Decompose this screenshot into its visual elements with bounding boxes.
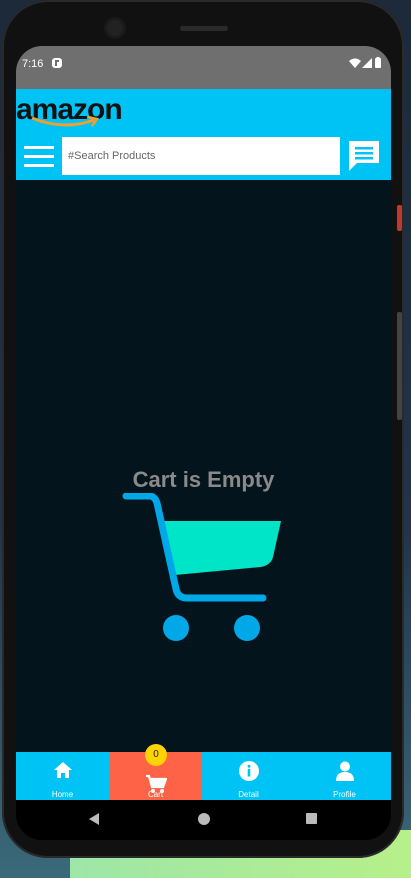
signal-icon (362, 58, 372, 68)
back-icon[interactable] (88, 812, 100, 826)
nav-label-cart: Cart (147, 790, 164, 799)
app-header: amazon (16, 89, 391, 180)
empty-cart-icon (122, 493, 281, 641)
cart-count-badge: 0 (145, 744, 167, 766)
power-button[interactable] (397, 205, 402, 231)
phone-frame: 7:16 amazon #Search Products Cart is Emp… (2, 0, 404, 858)
person-icon (335, 761, 354, 781)
nav-label-home: Home (51, 790, 74, 799)
amazon-smile-icon (31, 115, 100, 127)
nav-item-profile[interactable]: Profile (298, 752, 391, 800)
chat-bubble-icon[interactable] (347, 139, 381, 173)
status-bar: 7:16 (16, 46, 391, 89)
nav-item-home[interactable]: Home (16, 752, 109, 800)
recents-icon[interactable] (305, 812, 318, 825)
wifi-icon (349, 58, 361, 68)
volume-rocker[interactable] (397, 312, 402, 420)
status-time: 7:16 (22, 58, 44, 70)
hamburger-menu-icon[interactable] (24, 146, 54, 168)
battery-icon (375, 57, 381, 68)
cart-content: Cart is Empty (16, 180, 391, 752)
system-navigation-bar (16, 800, 391, 840)
phone-screen: 7:16 amazon #Search Products Cart is Emp… (16, 46, 391, 840)
info-icon (238, 761, 259, 781)
earpiece-speaker (180, 26, 228, 31)
nav-item-cart[interactable]: 0 Cart (109, 744, 202, 800)
bottom-navigation: Home 0 Cart Detail Profile (16, 744, 391, 800)
front-camera (107, 20, 123, 36)
home-circle-icon[interactable] (197, 812, 211, 826)
nav-label-detail: Detail (238, 790, 259, 799)
search-input[interactable] (62, 137, 340, 175)
empty-cart-message: Cart is Empty (132, 467, 275, 492)
notification-icon (52, 58, 62, 68)
nav-item-detail[interactable]: Detail (202, 752, 295, 800)
home-icon (53, 762, 72, 778)
nav-label-profile: Profile (333, 790, 356, 799)
